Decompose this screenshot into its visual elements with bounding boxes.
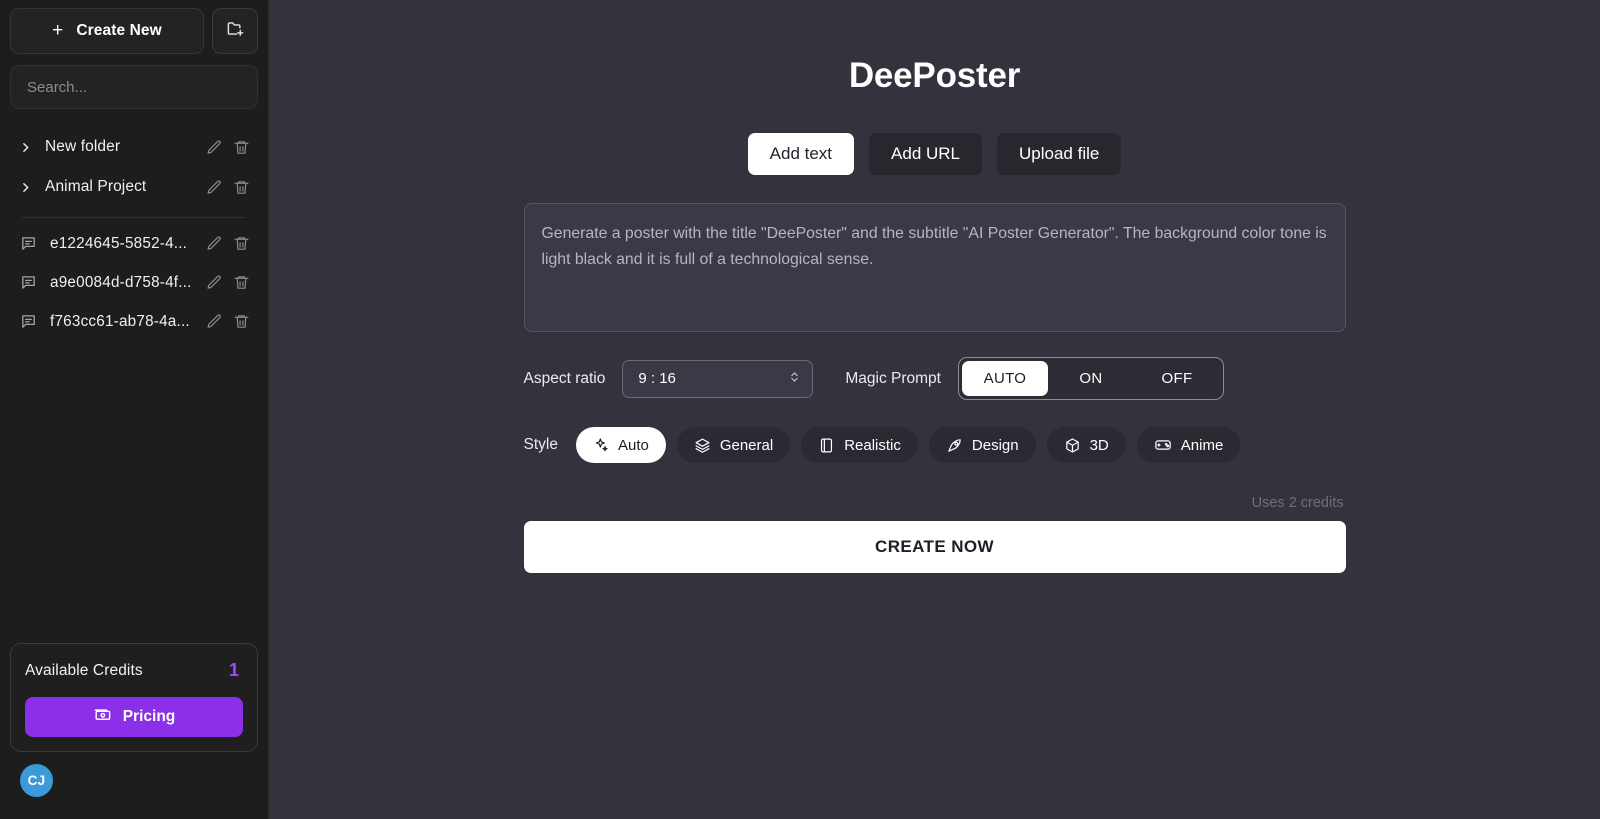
style-chip-label: Design <box>971 436 1019 454</box>
gamepad-icon <box>1154 436 1172 454</box>
credits-value: 1 <box>228 660 239 680</box>
chat-row-actions <box>206 274 250 291</box>
chat-label: f763cc61-ab78-4a... <box>50 312 190 330</box>
magic-prompt-label: Magic Prompt <box>845 369 941 387</box>
avatar-wrap: CJ <box>0 764 268 819</box>
source-tab-group: Add text Add URL Upload file <box>524 133 1346 175</box>
sidebar: + Create New Search... New folder Animal… <box>0 0 269 819</box>
style-chip-label: 3D <box>1089 436 1109 454</box>
options-row: Aspect ratio 9 : 16 Magic Prompt AUTO ON… <box>524 357 1346 400</box>
chat-item-0[interactable]: e1224645-5852-4... <box>10 224 258 263</box>
message-icon <box>20 235 38 252</box>
style-label: Style <box>523 436 558 453</box>
create-new-label: Create New <box>76 22 162 39</box>
chat-item-1[interactable]: a9e0084d-d758-4f... <box>10 263 258 302</box>
trash-icon[interactable] <box>233 235 250 252</box>
style-chip-anime[interactable]: Anime <box>1136 427 1241 463</box>
style-chip-design[interactable]: Design <box>928 427 1036 463</box>
app-root: + Create New Search... New folder Animal… <box>0 0 1600 819</box>
search-input[interactable] <box>27 78 241 96</box>
sparkles-icon <box>593 437 609 453</box>
pencil-icon[interactable] <box>206 235 223 252</box>
trash-icon[interactable] <box>233 139 250 156</box>
pencil-icon[interactable] <box>206 313 223 330</box>
chat-label: e1224645-5852-4... <box>50 234 188 252</box>
new-folder-button[interactable] <box>212 8 258 54</box>
pricing-button[interactable]: Pricing <box>25 697 243 737</box>
style-chip-auto[interactable]: Auto <box>575 427 666 463</box>
pricing-label: Pricing <box>122 708 176 725</box>
cube-icon <box>1064 437 1081 454</box>
pencil-icon[interactable] <box>206 179 223 196</box>
style-chip-label: Auto <box>617 436 649 454</box>
message-icon <box>20 313 38 330</box>
magic-prompt-on[interactable]: ON <box>1048 361 1134 396</box>
folder-row-actions <box>206 179 250 196</box>
magic-prompt-off[interactable]: OFF <box>1134 361 1220 396</box>
chat-row-actions <box>206 313 250 330</box>
avatar[interactable]: CJ <box>20 764 53 797</box>
magic-prompt-auto[interactable]: AUTO <box>961 361 1048 396</box>
aspect-ratio-select[interactable]: 9 : 16 <box>622 359 814 398</box>
plus-icon: + <box>52 19 64 41</box>
phone-frame-icon <box>818 437 835 454</box>
pencil-icon[interactable] <box>206 139 223 156</box>
message-icon <box>20 274 38 291</box>
style-chip-label: Anime <box>1180 436 1224 454</box>
chat-label: a9e0084d-d758-4f... <box>50 273 192 291</box>
search-box[interactable] <box>10 65 258 109</box>
credits-row: Available Credits 1 <box>25 660 243 681</box>
credits-label: Available Credits <box>25 661 143 679</box>
chat-row-actions <box>206 235 250 252</box>
credits-card: Available Credits 1 Pricing <box>10 643 258 752</box>
folder-item-new-folder[interactable]: New folder <box>10 127 258 167</box>
folder-row-actions <box>206 139 250 156</box>
folder-label: New folder <box>45 138 121 155</box>
chevron-updown-icon[interactable] <box>788 369 801 389</box>
style-chip-3d[interactable]: 3D <box>1046 427 1126 463</box>
trash-icon[interactable] <box>233 179 250 196</box>
credits-note: Uses 2 credits <box>1251 495 1344 511</box>
chat-item-2[interactable]: f763cc61-ab78-4a... <box>10 302 258 341</box>
trash-icon[interactable] <box>233 313 250 330</box>
trash-icon[interactable] <box>233 274 250 291</box>
aspect-ratio-value: 9 : 16 <box>638 370 676 387</box>
sidebar-divider <box>22 217 246 218</box>
folder-tree: New folder Animal Project e1224645-5852-… <box>0 127 268 341</box>
pencil-icon[interactable] <box>206 274 223 291</box>
layers-icon <box>694 437 711 454</box>
prompt-textarea[interactable] <box>523 203 1346 332</box>
sidebar-top: + Create New <box>0 0 268 109</box>
aspect-ratio-label: Aspect ratio <box>523 369 606 387</box>
style-chip-general[interactable]: General <box>676 427 791 463</box>
style-chip-label: Realistic <box>844 436 901 454</box>
chevron-right-icon[interactable] <box>14 181 36 194</box>
folder-label: Animal Project <box>45 178 147 195</box>
style-chip-realistic[interactable]: Realistic <box>801 427 918 463</box>
main-inner: DeePoster Add text Add URL Upload file A… <box>523 0 1346 573</box>
tab-upload-file[interactable]: Upload file <box>997 133 1122 175</box>
page-title: DeePoster <box>848 56 1021 95</box>
tab-add-url[interactable]: Add URL <box>869 133 983 175</box>
style-row: Style Auto General Realistic Design 3D A… <box>524 427 1346 463</box>
chevron-right-icon[interactable] <box>14 141 36 154</box>
banknote-icon <box>93 705 112 729</box>
create-now-button[interactable]: CREATE NOW <box>523 521 1346 573</box>
folder-plus-icon <box>226 19 245 43</box>
pen-nib-icon <box>946 437 963 454</box>
create-new-button[interactable]: + Create New <box>10 8 204 54</box>
sidebar-action-row: + Create New <box>10 8 258 54</box>
folder-item-animal-project[interactable]: Animal Project <box>10 167 258 207</box>
style-chip-label: General <box>719 436 774 454</box>
main-content: DeePoster Add text Add URL Upload file A… <box>269 0 1600 819</box>
magic-prompt-toggle-group: AUTO ON OFF <box>957 357 1224 400</box>
tab-add-text[interactable]: Add text <box>747 133 855 175</box>
